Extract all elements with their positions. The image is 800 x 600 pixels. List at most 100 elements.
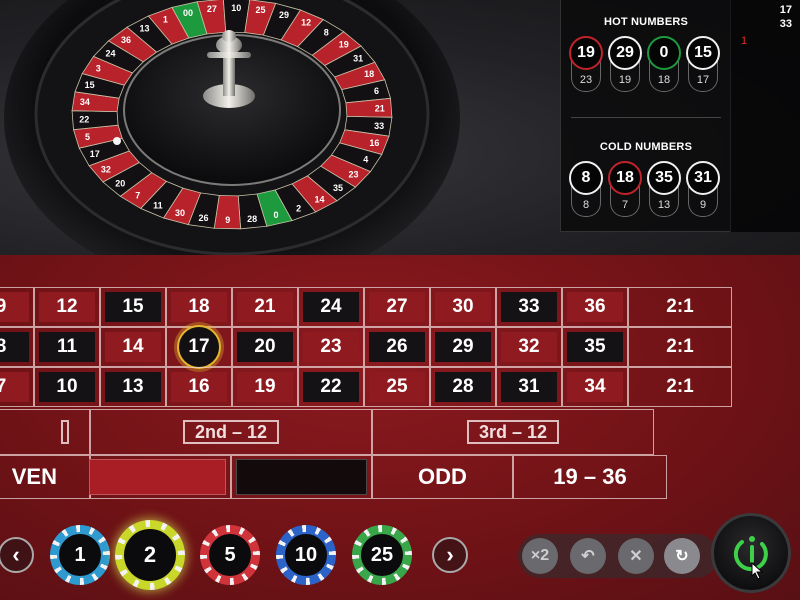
number-cell[interactable]: 26 bbox=[364, 327, 430, 367]
hot-numbers-list: 19 23 29 19 0 18 15 17 bbox=[569, 36, 720, 92]
number-cell[interactable]: 9 bbox=[0, 287, 34, 327]
dozen-bet-1st[interactable] bbox=[0, 409, 90, 455]
double-bet-button[interactable]: ×2 bbox=[522, 538, 558, 574]
chip-value: 2 bbox=[122, 527, 178, 583]
chip-2[interactable]: 2 bbox=[115, 520, 185, 590]
high-bet[interactable]: 19 – 36 bbox=[513, 455, 667, 499]
wheel-pocket-number: 10 bbox=[231, 3, 241, 13]
cold-number-item: 31 9 bbox=[686, 161, 720, 217]
number-label: 13 bbox=[105, 372, 161, 402]
number-label: 8 bbox=[0, 332, 29, 362]
number-cell[interactable]: 33 bbox=[496, 287, 562, 327]
chip-25[interactable]: 25 bbox=[352, 525, 412, 585]
number-cell[interactable]: 25 bbox=[364, 367, 430, 407]
red-bet[interactable] bbox=[89, 455, 231, 499]
number-cell[interactable]: 16 bbox=[166, 367, 232, 407]
number-cell[interactable]: 22 bbox=[298, 367, 364, 407]
number-label: 16 bbox=[171, 372, 227, 402]
dozen-1st-tag bbox=[61, 420, 69, 444]
undo-button[interactable]: ↶ bbox=[570, 538, 606, 574]
number-cell[interactable]: 24 bbox=[298, 287, 364, 327]
wheel-pocket-number: 19 bbox=[339, 39, 349, 49]
even-bet[interactable]: VEN bbox=[0, 455, 90, 499]
wheel-pocket-number: 14 bbox=[315, 194, 325, 204]
number-cell[interactable]: 28 bbox=[430, 367, 496, 407]
dozen-3rd-label: 3rd – 12 bbox=[466, 420, 560, 444]
number-label: 32 bbox=[501, 332, 557, 362]
number-label: 11 bbox=[39, 332, 95, 362]
number-cell[interactable]: 34 bbox=[562, 367, 628, 407]
number-cell[interactable]: 36 bbox=[562, 287, 628, 327]
number-cell[interactable]: 32 bbox=[496, 327, 562, 367]
black-bet[interactable] bbox=[231, 455, 372, 499]
double-label: ×2 bbox=[530, 547, 550, 564]
number-cell[interactable]: 14 bbox=[100, 327, 166, 367]
number-cell[interactable]: 21 bbox=[232, 287, 298, 327]
number-cell[interactable]: 8 bbox=[0, 327, 34, 367]
number-cell[interactable]: 19 bbox=[232, 367, 298, 407]
number-cell[interactable]: 17 bbox=[166, 325, 232, 369]
number-cell[interactable]: 10 bbox=[34, 367, 100, 407]
column-bet-2[interactable]: 2:1 bbox=[628, 327, 732, 367]
column-bet-1[interactable]: 2:1 bbox=[628, 287, 732, 327]
number-label: 22 bbox=[303, 372, 359, 402]
black-swatch bbox=[236, 459, 367, 495]
wheel-pocket-number: 00 bbox=[183, 8, 193, 18]
number-label: 14 bbox=[105, 332, 161, 362]
number-cell[interactable]: 31 bbox=[496, 367, 562, 407]
history-item: 1 bbox=[741, 35, 748, 47]
wheel-pocket-number: 35 bbox=[333, 183, 343, 193]
wheel-pocket-number: 29 bbox=[279, 10, 289, 20]
spin-button[interactable] bbox=[711, 513, 791, 593]
number-cell[interactable]: 11 bbox=[34, 327, 100, 367]
chip-1[interactable]: 1 bbox=[50, 525, 110, 585]
chip-value: 25 bbox=[359, 532, 405, 578]
number-cell[interactable]: 7 bbox=[0, 367, 34, 407]
dozen-bet-2nd[interactable]: 2nd – 12 bbox=[90, 409, 372, 455]
chevron-left-icon: ‹ bbox=[12, 542, 20, 567]
clear-bets-button[interactable]: ✕ bbox=[618, 538, 654, 574]
wheel-pocket-number: 4 bbox=[363, 154, 368, 164]
chips-next-button[interactable]: › bbox=[432, 537, 468, 573]
rebet-button[interactable]: ↻ bbox=[664, 538, 700, 574]
chip-10[interactable]: 10 bbox=[276, 525, 336, 585]
wheel-pocket-number: 3 bbox=[96, 64, 101, 74]
number-cell[interactable]: 15 bbox=[100, 287, 166, 327]
number-cell[interactable]: 12 bbox=[34, 287, 100, 327]
column-bet-3[interactable]: 2:1 bbox=[628, 367, 732, 407]
cold-number: 8 bbox=[569, 161, 603, 195]
chips-prev-button[interactable]: ‹ bbox=[0, 537, 34, 573]
last-result-marker: 17 bbox=[177, 325, 221, 369]
wheel-pocket-number: 27 bbox=[207, 4, 217, 14]
wheel-pocket-number: 23 bbox=[349, 170, 359, 180]
number-label: 31 bbox=[501, 372, 557, 402]
number-cell[interactable]: 35 bbox=[562, 327, 628, 367]
hot-number-count: 19 bbox=[618, 74, 632, 86]
number-cell[interactable]: 18 bbox=[166, 287, 232, 327]
cold-number-item: 18 7 bbox=[608, 161, 642, 217]
refresh-icon: ↻ bbox=[675, 548, 689, 565]
number-cell[interactable]: 23 bbox=[298, 327, 364, 367]
roulette-wheel: 100 27 10 25 2912819311862133164233514202892… bbox=[4, 0, 460, 255]
hot-number: 15 bbox=[686, 36, 720, 70]
number-label: 9 bbox=[0, 292, 29, 322]
dozen-bet-3rd[interactable]: 3rd – 12 bbox=[372, 409, 654, 455]
number-cell[interactable]: 29 bbox=[430, 327, 496, 367]
chip-value: 1 bbox=[57, 532, 103, 578]
dozen-2nd-label: 2nd – 12 bbox=[182, 420, 280, 444]
hot-number-item: 15 17 bbox=[686, 36, 720, 92]
wheel-pocket-number: 24 bbox=[105, 48, 115, 58]
wheel-pocket-number: 28 bbox=[247, 214, 257, 224]
number-cell[interactable]: 13 bbox=[100, 367, 166, 407]
number-label: 27 bbox=[369, 292, 425, 322]
number-cell[interactable]: 27 bbox=[364, 287, 430, 327]
odd-bet[interactable]: ODD bbox=[372, 455, 513, 499]
number-cell[interactable]: 30 bbox=[430, 287, 496, 327]
red-swatch bbox=[89, 459, 226, 495]
wheel-pocket-number: 16 bbox=[369, 138, 379, 148]
chip-5[interactable]: 5 bbox=[200, 525, 260, 585]
number-cell[interactable]: 20 bbox=[232, 327, 298, 367]
cold-numbers-list: 8 8 18 7 35 13 31 9 bbox=[569, 161, 720, 217]
wheel-pocket-number: 2 bbox=[296, 204, 301, 214]
close-icon: ✕ bbox=[629, 548, 643, 565]
